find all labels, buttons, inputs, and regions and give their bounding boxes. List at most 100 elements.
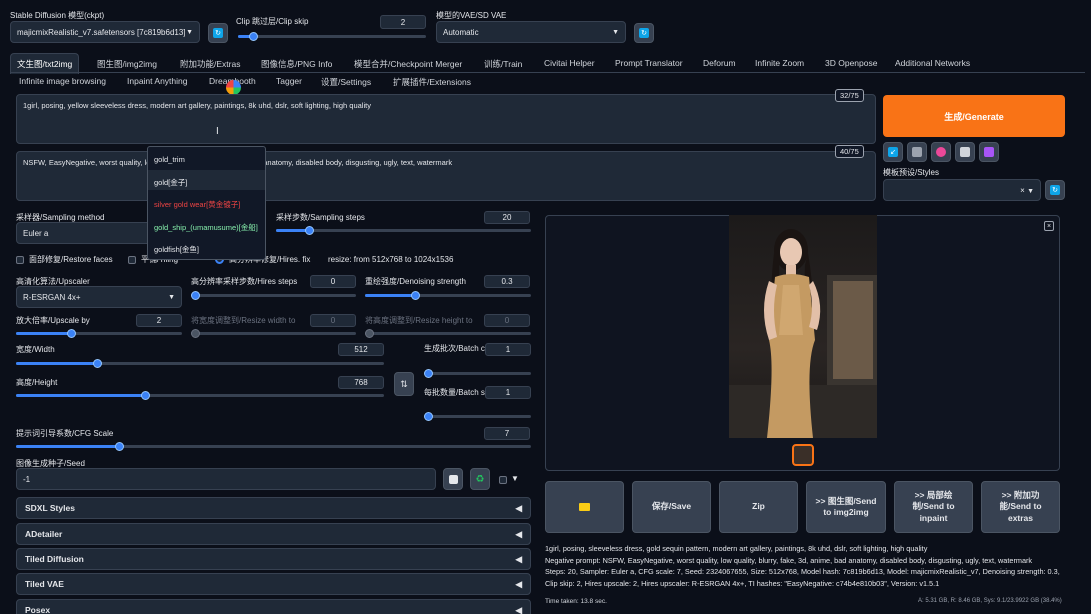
tab-deforum[interactable]: Deforum (703, 58, 736, 68)
info-params-1: Steps: 20, Sampler: Euler a, CFG scale: … (545, 567, 1060, 577)
positive-prompt-input[interactable]: 1girl, posing, yellow sleeveless dress, … (16, 94, 876, 144)
resize-height-slider[interactable] (365, 329, 531, 338)
tab-civitai-helper[interactable]: Civitai Helper (544, 58, 595, 68)
tab-additional-networks[interactable]: Additional Networks (895, 58, 970, 68)
refresh-checkpoint-button[interactable]: ↻ (208, 23, 228, 43)
tiled-vae-accordion[interactable]: Tiled VAE ◀ (16, 573, 531, 595)
autocomplete-item[interactable]: silver gold wear[黄金镀子] (154, 199, 240, 210)
tab-checkpoint-merger[interactable]: 模型合并/Checkpoint Merger (354, 58, 462, 70)
upscale-by-slider[interactable] (16, 329, 182, 338)
negative-token-counter: 40/75 (835, 145, 864, 158)
triangle-down-icon[interactable]: ▼ (511, 474, 519, 483)
styles-select[interactable]: × ▼ (883, 179, 1041, 201)
clear-icon[interactable]: × (1020, 186, 1025, 195)
swap-icon: ⇅ (400, 378, 408, 389)
refresh-styles-button[interactable]: ↻ (1045, 180, 1065, 200)
send-to-inpaint-button[interactable]: >> 局部绘制/Send to inpaint (894, 481, 973, 533)
resize-height-input[interactable]: 0 (484, 314, 530, 327)
trash-icon (912, 147, 922, 157)
height-input[interactable]: 768 (338, 376, 384, 389)
upscale-by-input[interactable]: 2 (136, 314, 182, 327)
tab-train[interactable]: 训练/Train (484, 58, 522, 70)
clip-skip-input[interactable]: 2 (380, 15, 426, 29)
batch-size-slider[interactable] (424, 412, 531, 421)
tab-prompt-translator[interactable]: Prompt Translator (615, 58, 683, 68)
width-slider[interactable] (16, 359, 384, 368)
tab-infinite-image-browsing[interactable]: Infinite image browsing (19, 76, 106, 86)
random-seed-button[interactable] (443, 468, 463, 490)
tab-bar-secondary: Infinite image browsing Inpaint Anything… (19, 76, 619, 88)
denoise-input[interactable]: 0.3 (484, 275, 530, 288)
checkpoint-value: majicmixRealistic_v7.safetensors [7c819b… (17, 27, 186, 37)
open-folder-button[interactable] (545, 481, 624, 533)
autocomplete-item[interactable]: gold[金子] (154, 177, 187, 188)
tiled-diffusion-accordion[interactable]: Tiled Diffusion ◀ (16, 548, 531, 570)
paste-params-button[interactable]: ↙ (883, 142, 903, 162)
autocomplete-item[interactable]: gold_ship_(umamusume)[金船] (154, 222, 258, 233)
triangle-left-icon: ◀ (515, 604, 522, 614)
denoise-slider[interactable] (365, 291, 531, 300)
clear-prompt-button[interactable] (907, 142, 927, 162)
batch-size-input[interactable]: 1 (485, 386, 531, 399)
tab-tagger[interactable]: Tagger (276, 76, 302, 86)
refresh-icon: ↻ (1050, 185, 1060, 195)
upscaler-select[interactable]: R-ESRGAN 4x+ ▼ (16, 286, 182, 308)
resize-height-label: 将高度调整到/Resize height to (365, 316, 473, 325)
hires-steps-input[interactable]: 0 (310, 275, 356, 288)
swap-dimensions-button[interactable]: ⇅ (394, 372, 414, 396)
tab-extras[interactable]: 附加功能/Extras (180, 58, 240, 70)
negative-prompt-input[interactable]: NSFW, EasyNegative, worst quality, lo d … (16, 151, 876, 201)
autocomplete-item[interactable]: goldfish[金鱼] (154, 244, 199, 255)
gallery-thumbnail[interactable] (792, 444, 814, 466)
close-icon[interactable]: × (1044, 221, 1054, 231)
autocomplete-item[interactable]: gold_trim (154, 155, 185, 164)
sampling-steps-slider[interactable] (276, 226, 531, 235)
send-to-img2img-button[interactable]: >> 图生图/Send to img2img (806, 481, 886, 533)
generated-image[interactable] (729, 215, 877, 438)
sampling-steps-input[interactable]: 20 (484, 211, 530, 224)
tab-3d-openpose[interactable]: 3D Openpose (825, 58, 877, 68)
batch-count-slider[interactable] (424, 369, 531, 378)
reuse-seed-button[interactable]: ♻ (470, 468, 490, 490)
apply-style-button[interactable] (955, 142, 975, 162)
generate-button[interactable]: 生成/Generate (883, 95, 1065, 137)
height-slider[interactable] (16, 391, 384, 400)
resize-width-slider[interactable] (191, 329, 356, 338)
seed-input[interactable]: -1 (16, 468, 436, 490)
sampling-method-select[interactable]: Euler a (16, 222, 166, 244)
hires-steps-slider[interactable] (191, 291, 356, 300)
upscaler-value: R-ESRGAN 4x+ (23, 292, 81, 302)
memory-usage: A: 5.31 GB, R: 8.46 GB, Sys: 9.1/23.9922… (918, 598, 1062, 604)
extra-seed-checkbox[interactable] (499, 476, 507, 484)
tab-png-info[interactable]: 图像信息/PNG Info (261, 58, 332, 70)
save-button[interactable]: 保存/Save (632, 481, 711, 533)
clip-skip-slider[interactable] (238, 32, 426, 41)
chevron-down-icon: ▼ (168, 293, 175, 301)
resize-width-input[interactable]: 0 (310, 314, 356, 327)
chevron-down-icon: ▼ (1027, 187, 1034, 195)
vae-select[interactable]: Automatic ▼ (436, 21, 626, 43)
cfg-scale-slider[interactable] (16, 442, 531, 451)
vae-value: Automatic (443, 27, 479, 37)
cfg-scale-input[interactable]: 7 (484, 427, 530, 440)
tab-extensions[interactable]: 扩展插件/Extensions (393, 76, 471, 88)
zip-button[interactable]: Zip (719, 481, 798, 533)
send-to-extras-button[interactable]: >> 附加功能/Send to extras (981, 481, 1060, 533)
adetailer-accordion[interactable]: ADetailer ◀ (16, 523, 531, 545)
restore-faces-checkbox[interactable]: 面部修复/Restore faces (16, 254, 113, 265)
time-taken: Time taken: 13.8 sec. (545, 598, 607, 605)
refresh-vae-button[interactable]: ↻ (634, 23, 654, 43)
sdxl-styles-accordion[interactable]: SDXL Styles ◀ (16, 497, 531, 519)
checkpoint-select[interactable]: majicmixRealistic_v7.safetensors [7c819b… (10, 21, 200, 43)
posex-accordion[interactable]: Posex ◀ (16, 599, 531, 614)
tab-settings[interactable]: 设置/Settings (321, 76, 371, 88)
batch-count-input[interactable]: 1 (485, 343, 531, 356)
tab-infinite-zoom[interactable]: Infinite Zoom (755, 58, 804, 68)
show-extra-networks-button[interactable] (931, 142, 951, 162)
tab-txt2img[interactable]: 文生图/txt2img (10, 53, 80, 74)
tab-img2img[interactable]: 图生图/img2img (97, 58, 157, 70)
tab-inpaint-anything[interactable]: Inpaint Anything (127, 76, 188, 86)
generated-image-svg (729, 229, 877, 438)
width-input[interactable]: 512 (338, 343, 384, 356)
save-style-button[interactable] (979, 142, 999, 162)
